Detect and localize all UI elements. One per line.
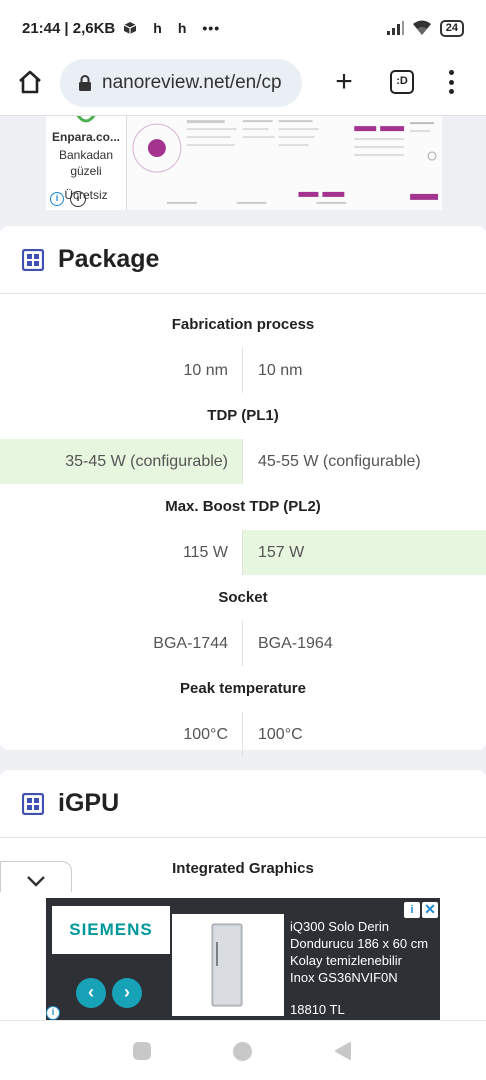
chevron-down-icon [27, 876, 45, 887]
spec-value-left: 115 W [0, 530, 243, 575]
ad-info-icon[interactable]: i [46, 1006, 60, 1020]
new-tab-plus-icon[interactable]: + [330, 67, 358, 97]
top-ad-line: Bankadan [58, 148, 114, 162]
spec-value-left: 10 nm [0, 348, 243, 393]
url-text: nanoreview.net/en/cp [102, 72, 282, 93]
igpu-card-header: iGPU [0, 770, 486, 838]
ad-logo-icon [76, 116, 96, 123]
recents-icon[interactable] [133, 1042, 151, 1060]
top-ad-line: güzeli [70, 164, 102, 178]
spec-row: BGA-1744 BGA-1964 [0, 621, 486, 666]
spec-label: Integrated Graphics [172, 860, 314, 877]
spec-value-left: 35-45 W (configurable) [0, 439, 243, 484]
freezer-image [211, 923, 243, 1007]
ad-next-arrow-icon[interactable]: › [112, 978, 142, 1008]
ad-choices-icon[interactable]: i [50, 192, 64, 206]
spec-label: Fabrication process [171, 316, 315, 333]
back-icon[interactable] [333, 1041, 353, 1061]
spec-value-right: 45-55 W (configurable) [258, 453, 421, 470]
product-image [172, 914, 284, 1016]
ad-product-price: 18810 TL [290, 1002, 345, 1017]
package-card-header: Package [0, 226, 486, 294]
spec-row: 115 W 157 W [0, 530, 486, 575]
lock-icon [79, 75, 91, 91]
spec-value-right: 100°C [258, 726, 303, 743]
spec-group: Max. Boost TDP (PL2) 115 W 157 W [0, 484, 486, 575]
status-bar: 21:44 | 2,6KB h h ••• 24 [0, 0, 486, 56]
spec-value-right: BGA-1964 [258, 635, 333, 652]
package-title: Package [58, 245, 160, 273]
bottom-ad-banner[interactable]: SIEMENS iQ300 Solo Derin Dondurucu 186 x… [46, 898, 440, 1022]
ad-product-description: iQ300 Solo Derin Dondurucu 186 x 60 cm K… [290, 919, 429, 985]
ad-choices-icon[interactable]: i [404, 902, 420, 918]
spec-value-left: 100°C [0, 712, 243, 757]
wifi-icon [412, 20, 431, 35]
more-notifications-icon: ••• [202, 20, 221, 36]
top-ad-brand: Enpara.co... [51, 130, 121, 144]
ad-prev-arrow-icon[interactable]: ‹ [76, 978, 106, 1008]
notification-h-icon: h [153, 20, 162, 36]
spec-label: Peak temperature [180, 680, 306, 697]
spec-label: TDP (PL1) [207, 407, 279, 424]
package-card: Package Fabrication process 10 nm 10 nm … [0, 226, 486, 757]
browser-menu-icon[interactable] [446, 68, 456, 96]
spec-value-left: BGA-1744 [0, 621, 243, 666]
tab-switcher-button[interactable]: :D [390, 70, 414, 94]
top-ad-app-screenshot [126, 116, 442, 210]
spec-group: Peak temperature 100°C 100°C [0, 666, 486, 757]
ad-close-icon[interactable]: ✕ [422, 902, 438, 918]
spec-label: Max. Boost TDP (PL2) [165, 498, 321, 515]
status-time: 21:44 [22, 19, 61, 37]
battery-icon: 24 [439, 19, 464, 37]
browser-toolbar: nanoreview.net/en/cp + :D [0, 56, 486, 116]
igpu-title: iGPU [58, 789, 120, 817]
home-icon[interactable] [16, 68, 44, 96]
top-ad-banner[interactable]: Enpara.co... Bankadan güzeli Ücretsiz i … [46, 116, 442, 210]
signal-icon [386, 21, 404, 35]
ad-info-icon[interactable]: i [70, 191, 86, 207]
home-nav-icon[interactable] [233, 1042, 252, 1061]
spec-value-right: 10 nm [258, 362, 303, 379]
system-nav-bar [0, 1020, 486, 1080]
spec-group: Socket BGA-1744 BGA-1964 [0, 575, 486, 666]
notification-h-icon: h [177, 20, 187, 36]
address-bar[interactable]: nanoreview.net/en/cp [60, 59, 302, 107]
status-data-speed: | 2,6KB [64, 19, 116, 37]
spec-row: 10 nm 10 nm [0, 348, 486, 393]
spec-group: Fabrication process 10 nm 10 nm [0, 302, 486, 393]
chip-icon [22, 248, 44, 271]
spec-group: TDP (PL1) 35-45 W (configurable) 45-55 W… [0, 393, 486, 484]
spec-value-right: 157 W [243, 530, 486, 575]
igpu-card: iGPU Integrated Graphics [0, 770, 486, 900]
spec-label: Socket [218, 589, 268, 606]
siemens-logo: SIEMENS [52, 906, 170, 954]
spec-row: 35-45 W (configurable) 45-55 W (configur… [0, 439, 486, 484]
chip-icon [22, 792, 44, 815]
spec-row: 100°C 100°C [0, 712, 486, 757]
package-notification-icon [123, 22, 137, 34]
